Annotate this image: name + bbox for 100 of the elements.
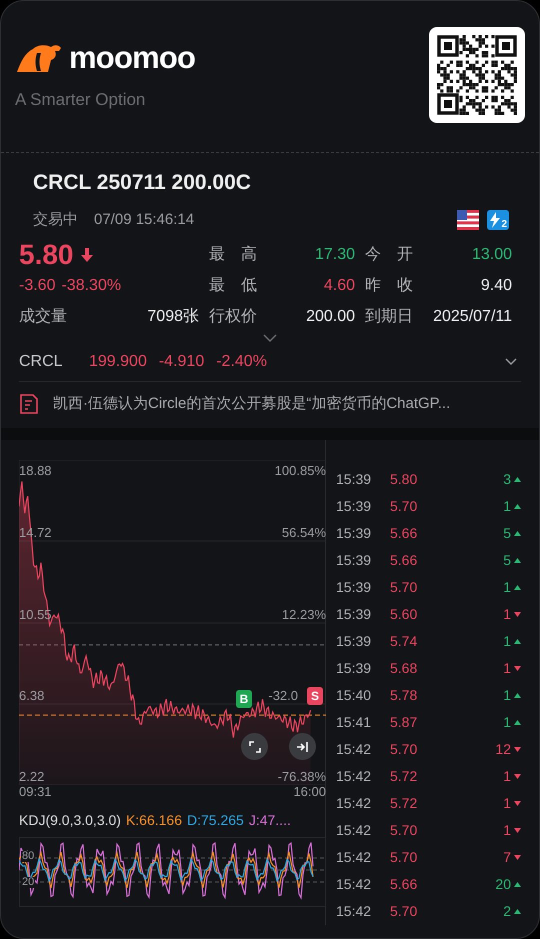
- brand-name: moomoo: [69, 42, 196, 72]
- trade-price: 5.72: [390, 794, 418, 813]
- news-icon: [19, 393, 39, 415]
- arrow-to-bar-icon: [296, 740, 310, 752]
- trade-time: 15:39: [336, 470, 372, 489]
- trade-time: 15:39: [336, 551, 372, 570]
- trade-price: 5.78: [390, 686, 418, 705]
- trade-volume: 3: [503, 470, 511, 489]
- trade-volume: 1: [503, 497, 511, 516]
- trade-time: 15:39: [336, 524, 372, 543]
- underlying-symbol: CRCL: [19, 352, 64, 372]
- axis-label: 20: [21, 877, 36, 888]
- axis-label: 100.85%: [274, 464, 326, 477]
- tagline: A Smarter Option: [15, 89, 146, 111]
- underlying-change-percent: -2.40%: [216, 352, 267, 372]
- trade-price: 5.70: [390, 902, 418, 921]
- stat-value: 200.00: [306, 306, 355, 326]
- trade-price: 5.60: [390, 605, 418, 624]
- trade-volume: 5: [503, 551, 511, 570]
- news-headline[interactable]: 凯西·伍德认为Circle的首次公开募股是“加密货币的ChatGP...: [53, 392, 450, 416]
- trade-time: 15:40: [336, 686, 372, 705]
- trade-volume: 1: [503, 632, 511, 651]
- trade-volume: 1: [503, 713, 511, 732]
- stat-value: 9.40: [480, 276, 512, 296]
- trade-time: 15:39: [336, 605, 372, 624]
- stat-label: 最 低: [209, 276, 257, 296]
- buy-marker: B: [236, 690, 252, 708]
- indicator-value: J:47....: [248, 811, 291, 830]
- trade-time: 15:39: [336, 578, 372, 597]
- trade-volume: 1: [503, 767, 511, 786]
- stat-label: 行权价: [209, 306, 257, 326]
- trade-price: 5.70: [390, 821, 418, 840]
- stat-label: 最 高: [209, 244, 257, 264]
- stat-label: 成交量: [19, 306, 67, 326]
- trade-price: 5.66: [390, 551, 418, 570]
- trade-volume: 20: [495, 875, 511, 894]
- axis-label: 18.88: [19, 464, 52, 477]
- chevron-down-icon[interactable]: [263, 334, 277, 342]
- trade-time: 15:42: [336, 902, 372, 921]
- stat-value: 7098张: [147, 306, 199, 326]
- trade-time: 15:41: [336, 713, 372, 732]
- trade-time: 15:42: [336, 794, 372, 813]
- axis-label: 12.23%: [282, 608, 326, 621]
- trade-price: 5.66: [390, 875, 418, 894]
- trade-price: 5.70: [390, 848, 418, 867]
- price-change: -3.60: [19, 276, 56, 296]
- stat-value: 17.30: [314, 244, 355, 264]
- stat-value: 2025/07/11: [433, 306, 512, 326]
- trade-price: 5.70: [390, 497, 418, 516]
- time-label: 09:31: [19, 785, 52, 798]
- fullscreen-icon: [248, 740, 260, 752]
- trading-status: 交易中: [33, 210, 78, 230]
- axis-label: 2.22: [19, 770, 44, 783]
- trade-volume: 1: [503, 578, 511, 597]
- trade-time: 15:42: [336, 875, 372, 894]
- trade-volume: 1: [503, 605, 511, 624]
- trade-price: 5.72: [390, 767, 418, 786]
- axis-label: 80: [21, 851, 36, 862]
- us-flag-icon: [457, 210, 479, 230]
- trade-volume: 1: [503, 659, 511, 678]
- trade-time: 15:42: [336, 821, 372, 840]
- trade-volume: 5: [503, 524, 511, 543]
- trade-price: 5.66: [390, 524, 418, 543]
- underlying-change: -4.910: [158, 352, 204, 372]
- trade-time: 15:39: [336, 632, 372, 651]
- stat-value: 13.00: [472, 244, 512, 264]
- stat-label: 昨 收: [365, 276, 413, 296]
- stat-label: 到期日: [365, 306, 413, 326]
- trade-volume: 1: [503, 821, 511, 840]
- indicator-value: D:75.265: [187, 811, 244, 830]
- chevron-down-icon[interactable]: [505, 358, 517, 365]
- axis-label: 6.38: [19, 689, 44, 702]
- trade-price: 5.74: [390, 632, 418, 651]
- trade-price: 5.70: [390, 740, 418, 759]
- quote-time: 07/09 15:46:14: [94, 210, 194, 230]
- trade-price: 5.87: [390, 713, 418, 732]
- axis-label: -76.38%: [278, 770, 326, 783]
- trade-time: 15:42: [336, 740, 372, 759]
- trade-time: 15:39: [336, 659, 372, 678]
- trade-price: 5.68: [390, 659, 418, 678]
- last-price: 5.80: [19, 240, 74, 268]
- trade-time: 15:42: [336, 848, 372, 867]
- trade-price: 5.70: [390, 578, 418, 597]
- trade-volume: 1: [503, 794, 511, 813]
- trade-time: 15:42: [336, 767, 372, 786]
- trade-price: 5.80: [390, 470, 418, 489]
- trade-volume: 7: [503, 848, 511, 867]
- trade-volume: 2: [503, 902, 511, 921]
- stat-value: 4.60: [324, 276, 355, 296]
- lightning-badge: 2: [487, 210, 509, 230]
- trade-volume: 12: [495, 740, 511, 759]
- trade-time: 15:39: [336, 497, 372, 516]
- time-label: 16:00: [293, 785, 326, 798]
- axis-label: 56.54%: [282, 526, 326, 539]
- stat-label: 今 开: [365, 244, 413, 264]
- price-change-percent: -38.30%: [61, 276, 122, 296]
- qr-code-icon: [429, 27, 525, 123]
- underlying-price: 199.900: [89, 352, 147, 372]
- trade-volume: 1: [503, 686, 511, 705]
- option-title: CRCL 250711 200.00C: [33, 170, 252, 196]
